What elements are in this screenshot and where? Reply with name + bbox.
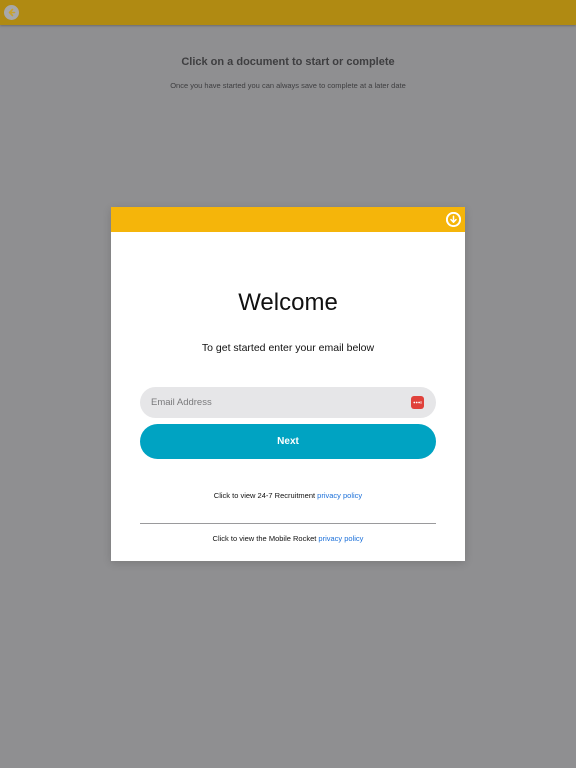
welcome-heading: Welcome: [238, 289, 338, 316]
policy-text-mobile-rocket: Click to view the Mobile Rocket: [212, 534, 319, 543]
privacy-policy-link-mobile-rocket[interactable]: privacy policy: [318, 534, 363, 543]
welcome-subtitle: To get started enter your email below: [201, 342, 375, 354]
password-key-icon[interactable]: [411, 396, 424, 409]
top-bar: [0, 0, 576, 25]
page-subtitle: Once you have started you can always sav…: [170, 81, 406, 90]
modal-header: [111, 207, 465, 232]
page-title: Click on a document to start or complete: [181, 56, 395, 68]
welcome-modal: Welcome To get started enter your email …: [111, 207, 465, 561]
policy-line-mobile-rocket: Click to view the Mobile Rocket privacy …: [111, 534, 465, 543]
policy-text-24-7: Click to view 24-7 Recruitment: [213, 491, 318, 500]
arrow-left-circle-icon: [8, 8, 16, 17]
back-button[interactable]: [4, 5, 19, 20]
email-field-container: [140, 387, 436, 418]
policy-line-24-7: Click to view 24-7 Recruitment privacy p…: [111, 491, 465, 500]
email-field[interactable]: [140, 387, 436, 418]
arrow-down-circle-icon: [446, 212, 461, 227]
divider: [140, 523, 436, 524]
next-button[interactable]: Next: [140, 424, 436, 459]
privacy-policy-link-24-7[interactable]: privacy policy: [317, 491, 362, 500]
collapse-button[interactable]: [446, 212, 461, 227]
